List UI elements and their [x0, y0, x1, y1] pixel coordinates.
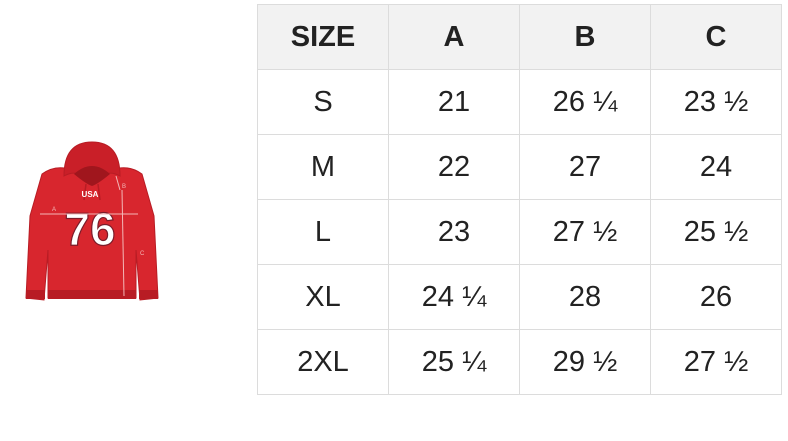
- measure-a-cell: 23: [388, 199, 520, 265]
- size-cell: L: [257, 199, 389, 265]
- table-row: XL 24 ¼ 28 26: [257, 264, 782, 330]
- measure-c-cell: 24: [650, 134, 782, 200]
- chest-print-label: USA: [82, 190, 99, 199]
- measure-a-cell: 22: [388, 134, 520, 200]
- table-header-row: SIZE A B C: [257, 4, 782, 70]
- header-a: A: [388, 4, 520, 70]
- measure-a-cell: 25 ¼: [388, 329, 520, 395]
- measure-c-cell: 27 ½: [650, 329, 782, 395]
- table-row: 2XL 25 ¼ 29 ½ 27 ½: [257, 329, 782, 395]
- size-chart-table: SIZE A B C S 21 26 ¼ 23 ½ M 22 27 24 L 2…: [257, 4, 782, 395]
- hoodie-image: USA 76 A B C: [14, 138, 170, 306]
- size-cell: S: [257, 69, 389, 135]
- marker-c-label: C: [140, 251, 145, 257]
- hoodie-icon: USA 76 A B C: [25, 141, 159, 301]
- measure-b-cell: 26 ¼: [519, 69, 651, 135]
- number-print: 76: [64, 203, 115, 255]
- measure-b-cell: 29 ½: [519, 329, 651, 395]
- measure-a-cell: 24 ¼: [388, 264, 520, 330]
- measure-b-cell: 27 ½: [519, 199, 651, 265]
- header-b: B: [519, 4, 651, 70]
- marker-a-label: A: [52, 207, 56, 213]
- size-cell: M: [257, 134, 389, 200]
- table-row: L 23 27 ½ 25 ½: [257, 199, 782, 265]
- measure-c-cell: 25 ½: [650, 199, 782, 265]
- measure-b-cell: 28: [519, 264, 651, 330]
- header-size: SIZE: [257, 4, 389, 70]
- size-cell: XL: [257, 264, 389, 330]
- header-c: C: [650, 4, 782, 70]
- measure-b-cell: 27: [519, 134, 651, 200]
- table-row: M 22 27 24: [257, 134, 782, 200]
- table-row: S 21 26 ¼ 23 ½: [257, 69, 782, 135]
- measure-a-cell: 21: [388, 69, 520, 135]
- size-cell: 2XL: [257, 329, 389, 395]
- measure-c-cell: 23 ½: [650, 69, 782, 135]
- marker-b-label: B: [122, 184, 126, 190]
- measure-c-cell: 26: [650, 264, 782, 330]
